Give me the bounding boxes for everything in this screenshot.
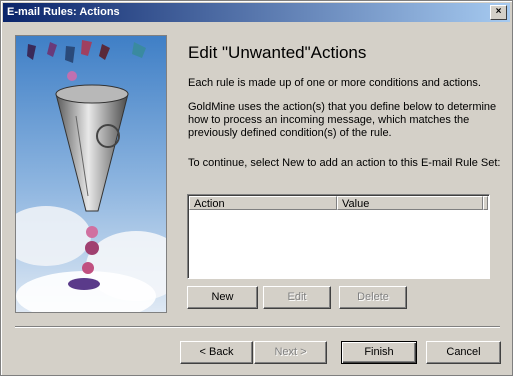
- list-header: Action Value: [189, 196, 488, 211]
- separator: [15, 326, 500, 328]
- column-header-value[interactable]: Value: [337, 196, 483, 210]
- wizard-illustration: [15, 35, 167, 313]
- next-button[interactable]: Next >: [254, 341, 327, 364]
- edit-button[interactable]: Edit: [263, 286, 331, 309]
- window-title: E-mail Rules: Actions: [7, 6, 120, 18]
- column-header-filler: [483, 196, 488, 210]
- delete-button[interactable]: Delete: [339, 286, 407, 309]
- cancel-button[interactable]: Cancel: [426, 341, 501, 364]
- back-button[interactable]: < Back: [180, 341, 253, 364]
- actions-list[interactable]: Action Value: [187, 194, 490, 279]
- dialog-window: E-mail Rules: Actions × Edit "Unwanted"A…: [0, 0, 513, 376]
- finish-button[interactable]: Finish: [341, 341, 417, 364]
- instruction-text: To continue, select New to add an action…: [188, 157, 501, 169]
- close-button[interactable]: ×: [490, 5, 507, 20]
- title-bar[interactable]: E-mail Rules: Actions ×: [3, 3, 510, 22]
- column-header-action[interactable]: Action: [189, 196, 337, 210]
- new-button[interactable]: New: [187, 286, 258, 309]
- description-text: GoldMine uses the action(s) that you def…: [188, 101, 497, 139]
- intro-text: Each rule is made up of one or more cond…: [188, 77, 481, 89]
- page-heading: Edit "Unwanted"Actions: [188, 43, 367, 62]
